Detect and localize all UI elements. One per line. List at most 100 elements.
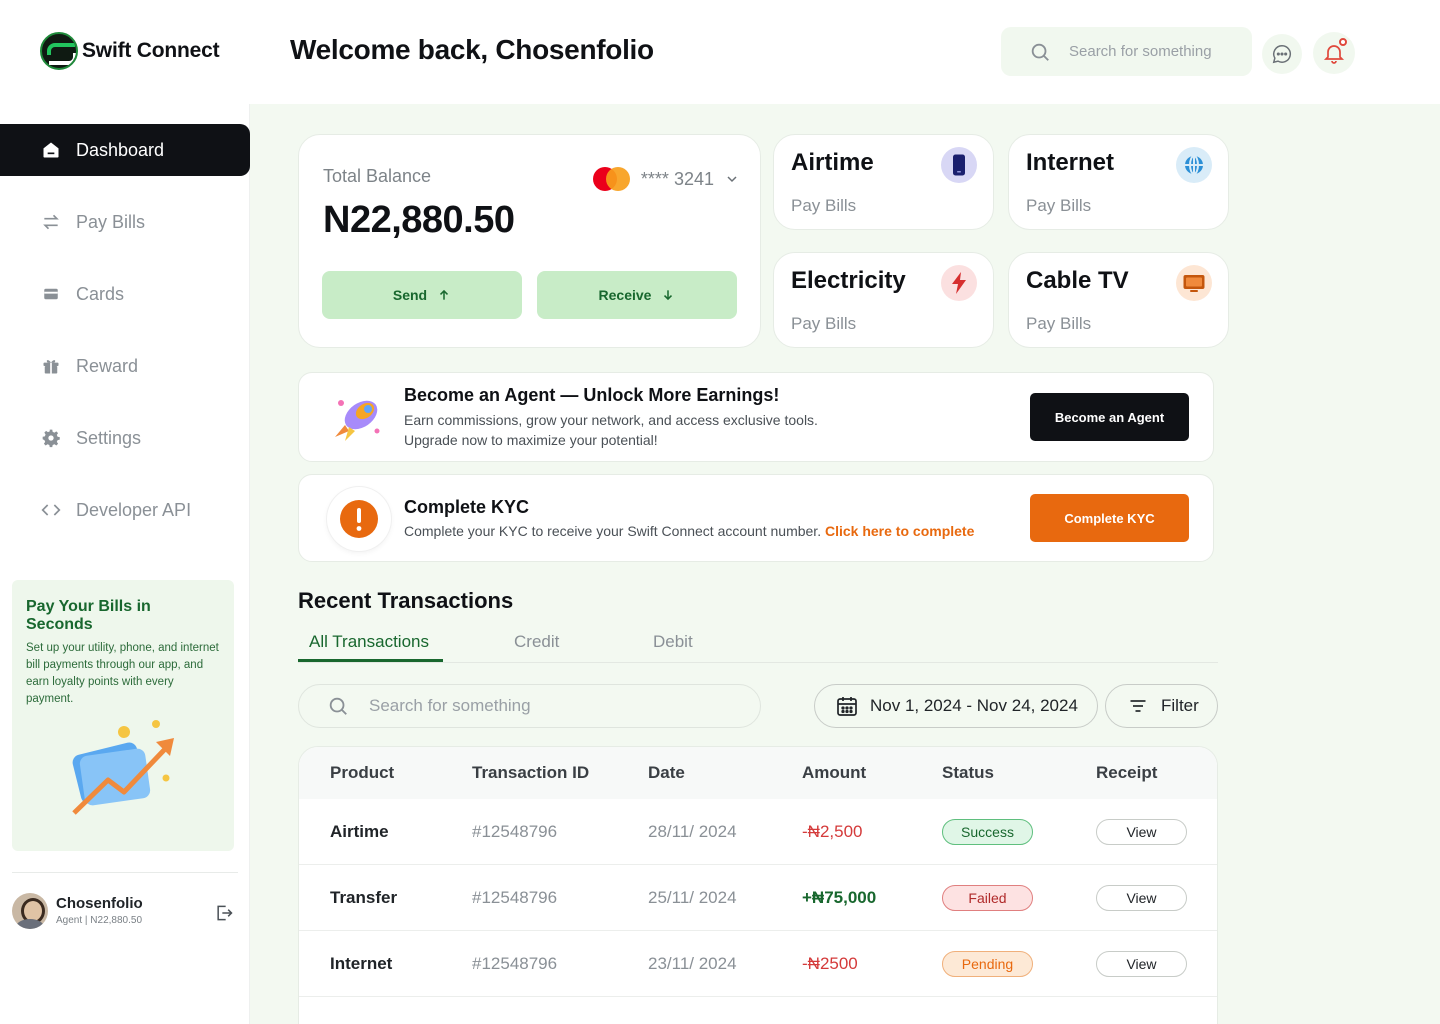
sidebar-item-label: Cards — [76, 283, 125, 304]
sidebar-item-label: Dashboard — [76, 139, 165, 160]
agent-banner-line1: Earn commissions, grow your network, and… — [404, 412, 818, 428]
main-content: Total Balance N22,880.50 **** 3241 Send … — [250, 104, 1440, 1024]
chevron-down-icon — [727, 176, 737, 183]
bill-subtitle: Pay Bills — [791, 196, 857, 215]
table-row[interactable]: Internet #12548796 23/11/ 2024 -₦2500 Pe… — [299, 931, 1217, 997]
tab-credit[interactable]: Credit — [514, 632, 559, 652]
filter-button[interactable]: Filter — [1105, 684, 1218, 728]
column-header[interactable]: Transaction ID — [472, 763, 589, 783]
profile-name: Chosenfolio — [56, 895, 143, 912]
sidebar-item-dashboard[interactable]: Dashboard — [0, 124, 250, 176]
kyc-complete-link[interactable]: Click here to complete — [825, 523, 974, 539]
wallet-growth-illustration — [70, 718, 180, 823]
promo-card: Pay Your Bills in Seconds Set up your ut… — [12, 580, 234, 851]
sidebar: Dashboard Pay Bills Cards Reward Setting… — [0, 104, 250, 1024]
bill-subtitle: Pay Bills — [791, 314, 857, 333]
card-mask: **** 3241 — [640, 168, 714, 189]
date-range-picker[interactable]: Nov 1, 2024 - Nov 24, 2024 — [814, 684, 1098, 728]
sidebar-item-settings[interactable]: Settings — [0, 412, 250, 464]
column-header[interactable]: Date — [648, 763, 685, 783]
logout-icon[interactable] — [214, 903, 234, 928]
search-icon — [329, 697, 347, 715]
top-header: Swift Connect Welcome back, Chosenfolio … — [0, 0, 1440, 104]
cell-transaction-id: #12548796 — [472, 888, 558, 907]
send-button[interactable]: Send — [322, 271, 522, 319]
filter-icon — [1130, 700, 1146, 712]
brand-name: Swift Connect — [82, 39, 220, 62]
messages-button[interactable] — [1262, 34, 1302, 74]
kyc-banner-text: Complete your KYC to receive your Swift … — [404, 521, 974, 541]
transactions-search-placeholder: Search for something — [369, 696, 531, 715]
bill-card-internet[interactable]: Internet Pay Bills — [1008, 134, 1229, 230]
bill-card-electricity[interactable]: Electricity Pay Bills — [773, 252, 994, 348]
tab-debit[interactable]: Debit — [653, 632, 693, 652]
transactions-search-input[interactable]: Search for something — [298, 684, 761, 728]
brand-logo[interactable]: Swift Connect — [40, 32, 220, 70]
sidebar-item-developer-api[interactable]: Developer API — [0, 484, 250, 536]
promo-text: Set up your utility, phone, and internet… — [26, 642, 219, 705]
sidebar-item-label: Settings — [76, 427, 142, 448]
cell-transaction-id: #12548796 — [472, 954, 558, 973]
cell-product: Internet — [330, 954, 393, 973]
globe-icon — [1176, 147, 1212, 183]
become-agent-banner: Become an Agent — Unlock More Earnings! … — [298, 372, 1214, 462]
profile-role: Agent — [56, 915, 83, 926]
total-balance-card: Total Balance N22,880.50 **** 3241 Send … — [298, 134, 761, 348]
promo-title: Pay Your Bills in Seconds — [26, 598, 151, 633]
kyc-banner-description: Complete your KYC to receive your Swift … — [404, 523, 822, 539]
card-icon — [41, 284, 61, 304]
balance-amount: N22,880.50 — [323, 199, 515, 241]
tv-icon — [1176, 265, 1212, 301]
home-icon — [41, 140, 61, 160]
status-badge: Failed — [942, 885, 1033, 911]
receive-label: Receive — [598, 287, 652, 303]
view-receipt-button[interactable]: View — [1096, 885, 1187, 911]
bill-title: Internet — [1026, 149, 1115, 176]
bill-title: Cable TV — [1026, 267, 1129, 294]
bill-card-cable-tv[interactable]: Cable TV Pay Bills — [1008, 252, 1229, 348]
column-header[interactable]: Product — [330, 763, 394, 783]
rocket-icon — [331, 391, 387, 450]
sidebar-item-cards[interactable]: Cards — [0, 268, 250, 320]
code-icon — [41, 500, 61, 520]
column-header[interactable]: Amount — [802, 763, 866, 783]
calendar-icon — [837, 697, 857, 716]
complete-kyc-button[interactable]: Complete KYC — [1030, 494, 1189, 542]
bill-card-airtime[interactable]: Airtime Pay Bills — [773, 134, 994, 230]
mastercard-icon — [592, 167, 631, 191]
table-row[interactable]: Transfer #12548796 25/11/ 2024 +₦75,000 … — [299, 865, 1217, 931]
profile-info: Chosenfolio Agent | N22,880.50 — [56, 895, 143, 926]
table-row[interactable]: Airtime #12548796 28/11/ 2024 -₦2,500 Su… — [299, 799, 1217, 865]
profile-balance: N22,880.50 — [90, 915, 143, 926]
card-selector[interactable]: **** 3241 — [592, 167, 740, 191]
date-range-text: Nov 1, 2024 - Nov 24, 2024 — [870, 696, 1078, 715]
notifications-button[interactable] — [1313, 32, 1355, 74]
receive-button[interactable]: Receive — [537, 271, 737, 319]
send-label: Send — [392, 287, 428, 303]
user-profile[interactable]: Chosenfolio Agent | N22,880.50 — [12, 872, 238, 948]
transactions-title: Recent Transactions — [298, 588, 514, 613]
view-receipt-button[interactable]: View — [1096, 951, 1187, 977]
cell-amount: -₦2500 — [802, 954, 858, 973]
cell-amount: +₦75,000 — [802, 888, 877, 907]
transaction-tabs: All Transactions Credit Debit — [298, 626, 1218, 663]
kyc-banner-title: Complete KYC — [404, 497, 530, 517]
column-header[interactable]: Status — [942, 763, 994, 783]
become-agent-button[interactable]: Become an Agent — [1030, 393, 1189, 441]
column-header[interactable]: Receipt — [1096, 763, 1157, 783]
bill-subtitle: Pay Bills — [1026, 314, 1092, 333]
filter-label: Filter — [1161, 696, 1199, 715]
view-receipt-button[interactable]: View — [1096, 819, 1187, 845]
sidebar-item-pay-bills[interactable]: Pay Bills — [0, 196, 250, 248]
bill-title: Airtime — [791, 149, 874, 176]
cell-product: Transfer — [330, 888, 398, 907]
tab-all-transactions[interactable]: All Transactions — [309, 632, 429, 652]
lightning-icon — [941, 265, 977, 301]
table-header: Product Transaction ID Date Amount Statu… — [299, 747, 1217, 799]
header-search-input[interactable]: Search for something — [1001, 27, 1252, 76]
sidebar-item-label: Pay Bills — [76, 211, 146, 232]
avatar — [12, 892, 48, 929]
sidebar-item-reward[interactable]: Reward — [0, 340, 250, 392]
sidebar-item-label: Reward — [76, 355, 139, 376]
cell-product: Airtime — [330, 822, 389, 841]
